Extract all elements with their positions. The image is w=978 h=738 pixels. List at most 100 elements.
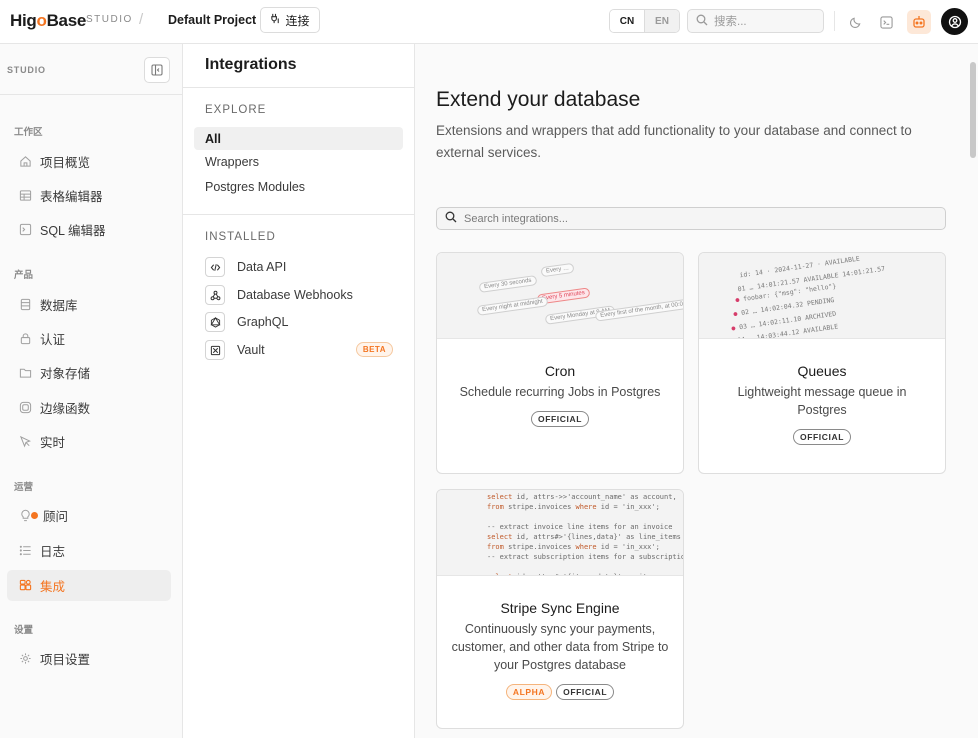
- theme-toggle-icon[interactable]: [843, 10, 867, 34]
- installed-heading: INSTALLED: [205, 231, 276, 243]
- list-icon: [18, 544, 32, 558]
- project-name[interactable]: Default Project: [168, 13, 256, 27]
- integration-card-cron[interactable]: Every 30 seconds Every 5 minutes Every n…: [436, 252, 684, 474]
- sidebar-header-label: STUDIO: [7, 65, 46, 75]
- integrations-icon: [18, 579, 32, 593]
- language-toggle[interactable]: CN EN: [609, 9, 680, 33]
- sidebar: STUDIO 工作区 项目概览 表格编辑器 SQL 编辑器 产品 数据库 认证 …: [0, 44, 183, 738]
- connect-button[interactable]: 连接: [260, 7, 320, 33]
- sidebar-item-label: 集成: [40, 580, 66, 594]
- card-title: Stripe Sync Engine: [500, 600, 620, 616]
- lang-cn-button[interactable]: CN: [610, 10, 644, 32]
- section-title-product: 产品: [14, 270, 34, 281]
- sidebar-item-edge-functions[interactable]: 边缘函数: [7, 392, 171, 423]
- lang-en-button[interactable]: EN: [644, 10, 679, 32]
- scrollbar[interactable]: [970, 62, 976, 158]
- card-description: Lightweight message queue in Postgres: [737, 385, 907, 417]
- sidebar-item-sql-editor[interactable]: SQL 编辑器: [7, 214, 171, 245]
- cursor-icon: [18, 435, 32, 449]
- sidebar-item-label: 认证: [40, 333, 66, 347]
- sidebar-item-advisor[interactable]: 顾问: [7, 500, 171, 531]
- filter-all[interactable]: All: [194, 127, 403, 150]
- installed-item-label: Database Webhooks: [237, 288, 353, 302]
- sidebar-item-label: 边缘函数: [40, 402, 91, 416]
- section-title-workspace: 工作区: [14, 127, 43, 138]
- official-badge: OFFICIAL: [556, 684, 615, 700]
- card-description: Continuously sync your payments, custome…: [451, 622, 669, 672]
- page-title: Extend your database: [436, 88, 641, 111]
- sidebar-item-logs[interactable]: 日志: [7, 535, 171, 566]
- card-description: Schedule recurring Jobs in Postgres: [459, 385, 661, 399]
- official-badge: OFFICIAL: [793, 429, 851, 445]
- graphql-icon: [205, 312, 225, 332]
- alpha-badge: ALPHA: [505, 684, 553, 700]
- logo[interactable]: HigoBase: [10, 11, 86, 31]
- global-search-placeholder: 搜索...: [714, 16, 747, 28]
- database-icon: [18, 298, 32, 312]
- sidebar-item-overview[interactable]: 项目概览: [7, 146, 171, 177]
- beta-badge: BETA: [355, 342, 393, 357]
- integration-card-queues[interactable]: id: 14 · 2024-11-27 · AVAILABLE 01 … 14:…: [698, 252, 946, 474]
- sidebar-item-database[interactable]: 数据库: [7, 289, 171, 320]
- installed-item-graphql[interactable]: GraphQL: [205, 311, 393, 333]
- section-title-settings: 设置: [14, 625, 34, 636]
- sidebar-item-label: 数据库: [40, 299, 78, 313]
- terminal-icon: [18, 223, 32, 237]
- queues-thumbnail: id: 14 · 2024-11-27 · AVAILABLE 01 … 14:…: [699, 253, 945, 339]
- section-title-ops: 运营: [14, 482, 34, 493]
- divider: [834, 11, 835, 31]
- main-content: Extend your database Extensions and wrap…: [415, 44, 978, 738]
- sidebar-item-label: SQL 编辑器: [40, 224, 106, 238]
- integrations-panel: Integrations EXPLORE All Wrappers Postgr…: [183, 44, 415, 738]
- top-bar: HigoBase STUDIO / Default Project 连接 CN …: [0, 0, 978, 44]
- breadcrumb-separator: /: [139, 11, 144, 28]
- installed-item-data-api[interactable]: Data API: [205, 256, 393, 278]
- terminal-icon[interactable]: [874, 10, 898, 34]
- installed-item-webhooks[interactable]: Database Webhooks: [205, 284, 393, 306]
- home-icon: [18, 155, 32, 169]
- avatar[interactable]: [941, 8, 968, 35]
- integration-card-stripe-sync-engine[interactable]: select id, attrs->>'account_name' as acc…: [436, 489, 684, 729]
- sidebar-item-label: 顾问: [43, 510, 69, 524]
- global-search-input[interactable]: 搜索...: [687, 9, 824, 33]
- sidebar-item-label: 项目设置: [40, 653, 91, 667]
- page-description: Extensions and wrappers that add functio…: [436, 123, 912, 160]
- code-icon: [205, 257, 225, 277]
- sidebar-header: STUDIO: [0, 44, 182, 95]
- divider: [183, 87, 414, 88]
- lock-icon: [18, 332, 32, 346]
- sidebar-item-realtime[interactable]: 实时: [7, 426, 171, 457]
- cron-thumbnail: Every 30 seconds Every 5 minutes Every n…: [437, 253, 683, 339]
- sidebar-item-label: 表格编辑器: [40, 190, 103, 204]
- sidebar-item-label: 项目概览: [40, 156, 91, 170]
- sidebar-item-project-settings[interactable]: 项目设置: [7, 643, 171, 674]
- collapse-sidebar-button[interactable]: [144, 57, 170, 83]
- lightbulb-icon: [18, 509, 32, 523]
- filter-postgres-modules[interactable]: Postgres Modules: [194, 175, 403, 198]
- sidebar-item-label: 实时: [40, 436, 66, 450]
- panel-title: Integrations: [205, 56, 297, 73]
- notification-dot: [31, 512, 38, 519]
- sidebar-item-label: 对象存储: [40, 367, 91, 381]
- integrations-search-input[interactable]: Search integrations...: [436, 207, 946, 230]
- ai-assistant-icon[interactable]: [907, 10, 931, 34]
- connect-label: 连接: [285, 13, 310, 28]
- filter-wrappers[interactable]: Wrappers: [194, 150, 403, 173]
- stripe-thumbnail: select id, attrs->>'account_name' as acc…: [437, 490, 683, 576]
- functions-icon: [18, 401, 32, 415]
- sidebar-item-label: 日志: [40, 545, 66, 559]
- installed-item-label: Data API: [237, 260, 287, 274]
- sidebar-item-integrations[interactable]: 集成: [7, 570, 171, 601]
- webhook-icon: [205, 285, 225, 305]
- sidebar-item-auth[interactable]: 认证: [7, 323, 171, 354]
- studio-tag: STUDIO: [86, 14, 133, 25]
- sidebar-item-table-editor[interactable]: 表格编辑器: [7, 180, 171, 211]
- installed-item-label: Vault: [237, 343, 265, 357]
- plug-icon: [270, 13, 281, 27]
- search-placeholder: Search integrations...: [464, 212, 568, 225]
- official-badge: OFFICIAL: [531, 411, 589, 427]
- sidebar-item-storage[interactable]: 对象存储: [7, 357, 171, 388]
- installed-item-vault[interactable]: Vault BETA: [205, 339, 393, 361]
- search-icon: [696, 14, 708, 29]
- search-icon: [445, 211, 457, 226]
